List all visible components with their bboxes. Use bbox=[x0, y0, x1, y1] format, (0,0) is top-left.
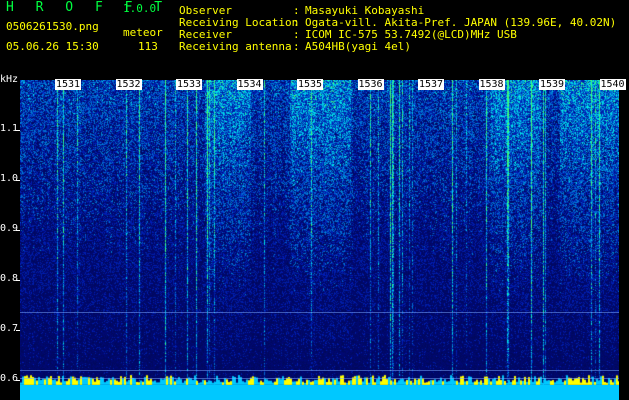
time-tick-label: 1539 bbox=[539, 79, 566, 90]
time-tick-label: 1535 bbox=[297, 79, 324, 90]
frequency-tick-mark bbox=[16, 280, 20, 281]
frequency-tick-mark bbox=[16, 230, 20, 231]
header-panel: H R O F F T 1.0.0 0506261530.png meteor … bbox=[0, 0, 629, 78]
time-tick-label: 1532 bbox=[115, 79, 142, 90]
spectrogram-plot bbox=[20, 80, 619, 392]
time-tick-label: 1533 bbox=[176, 79, 203, 90]
time-tick-label: 1536 bbox=[357, 79, 384, 90]
file-name: 0506261530.png bbox=[6, 20, 99, 33]
time-tick-label: 1538 bbox=[478, 79, 505, 90]
info-key-antenna: Receiving antenna bbox=[179, 40, 292, 53]
reference-line bbox=[20, 378, 619, 379]
info-value-antenna: A504HB(yagi 4el) bbox=[305, 40, 411, 53]
frequency-tick-label: 0.6 bbox=[0, 373, 19, 384]
info-separator: : bbox=[293, 40, 300, 53]
meteor-count: 113 bbox=[138, 40, 158, 53]
frequency-tick-mark bbox=[16, 180, 20, 181]
frequency-tick-mark bbox=[16, 380, 20, 381]
detection-mode: meteor bbox=[123, 26, 163, 39]
reference-line bbox=[20, 312, 619, 313]
frequency-tick-label: 1.0 bbox=[0, 173, 19, 184]
reference-line bbox=[20, 370, 619, 371]
capture-datetime: 05.06.26 15:30 bbox=[6, 40, 99, 53]
frequency-tick-label: 1.1 bbox=[0, 123, 19, 134]
signal-baseline bbox=[20, 385, 619, 400]
time-tick-label: 1540 bbox=[599, 79, 626, 90]
frequency-axis-unit: kHz bbox=[0, 74, 19, 85]
time-tick-label: 1531 bbox=[55, 79, 82, 90]
frequency-tick-mark bbox=[16, 330, 20, 331]
frequency-tick-mark bbox=[16, 130, 20, 131]
time-tick-label: 1537 bbox=[418, 79, 445, 90]
spectrogram-canvas bbox=[20, 80, 619, 392]
time-tick-label: 1534 bbox=[236, 79, 263, 90]
frequency-tick-label: 0.8 bbox=[0, 273, 19, 284]
frequency-tick-label: 0.9 bbox=[0, 223, 19, 234]
frequency-tick-label: 0.7 bbox=[0, 323, 19, 334]
app-version: 1.0.0 bbox=[123, 2, 157, 15]
